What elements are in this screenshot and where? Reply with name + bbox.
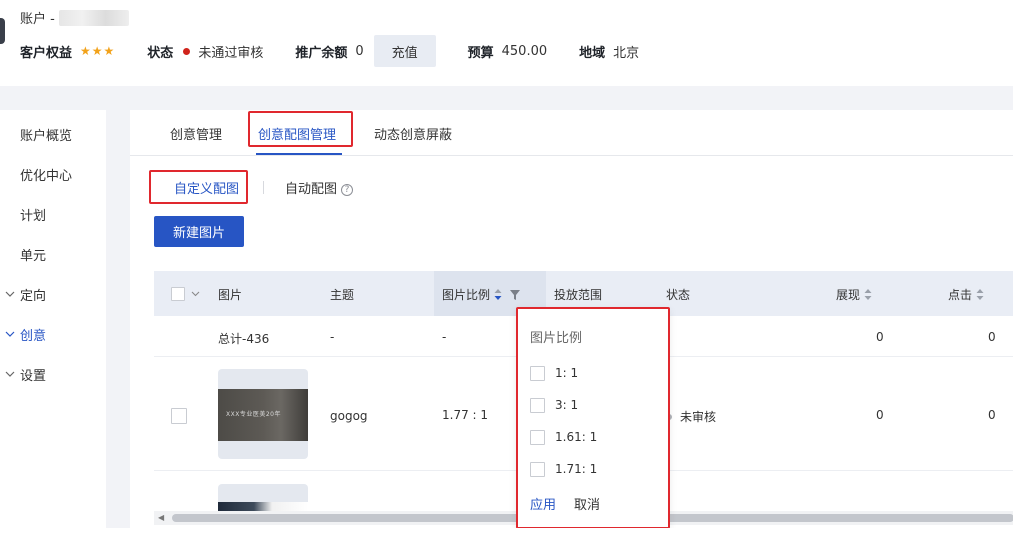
sort-icon[interactable] xyxy=(864,289,872,300)
ratio-filter-dropdown: 图片比例 1: 1 3: 1 1.61: 1 1.71: 1 应用 取消 xyxy=(516,307,670,529)
subtab-divider xyxy=(263,181,264,194)
column-header-status: 状态 xyxy=(666,288,691,302)
select-all-checkbox-wrap[interactable] xyxy=(171,287,200,301)
column-header-impressions[interactable]: 展现 xyxy=(836,286,872,303)
filter-option-label: 1.61: 1 xyxy=(555,430,598,444)
sidebar-item-creative[interactable]: 创意 xyxy=(0,322,106,346)
subtab-auto-images[interactable]: 自动配图? xyxy=(285,178,354,197)
filter-icon[interactable] xyxy=(510,289,521,300)
budget-value: 450.00 xyxy=(501,43,548,59)
chevron-down-icon xyxy=(4,328,16,340)
filter-option-label: 1.71: 1 xyxy=(555,462,598,476)
row-impressions: 0 xyxy=(876,408,884,422)
bottom-strip xyxy=(0,528,1013,537)
sidebar-item-targeting[interactable]: 定向 xyxy=(0,282,106,306)
filter-option[interactable]: 3: 1 xyxy=(530,396,578,414)
column-header-clicks-label: 点击 xyxy=(948,288,973,302)
filter-option[interactable]: 1.71: 1 xyxy=(530,460,597,478)
sidebar-item-account-overview[interactable]: 账户概览 xyxy=(0,122,106,146)
filter-option-checkbox[interactable] xyxy=(530,461,545,477)
status-dot-icon xyxy=(183,47,191,55)
help-icon[interactable]: ? xyxy=(341,184,354,196)
header-left-accent xyxy=(0,18,5,44)
scroll-left-arrow-icon[interactable]: ◀ xyxy=(158,513,164,522)
sidebar-item-label: 创意 xyxy=(20,328,47,344)
row-checkbox[interactable] xyxy=(171,408,187,424)
total-clicks: 0 xyxy=(988,330,996,344)
recharge-button[interactable]: 充值 xyxy=(373,35,436,67)
chevron-down-icon[interactable] xyxy=(191,291,200,297)
sort-icon[interactable] xyxy=(494,289,502,300)
row-theme: gogog xyxy=(330,409,368,423)
account-label: 账户 - xyxy=(20,12,55,27)
tab-creative-management[interactable]: 创意管理 xyxy=(170,124,222,143)
account-info-row: 客户权益 ★★★ 状态 未通过审核 推广余额 0 充值 预算 450.00 地域… xyxy=(20,35,639,67)
filter-apply-button[interactable]: 应用 xyxy=(530,494,556,513)
sidebar-item-plan[interactable]: 计划 xyxy=(0,202,106,226)
sidebar: 账户概览 优化中心 计划 单元 定向 创意 设置 xyxy=(0,110,106,528)
tab-creative-image-management[interactable]: 创意配图管理 xyxy=(258,124,336,143)
image-thumbnail[interactable]: XXX专业医美20年 xyxy=(218,369,308,459)
total-theme: - xyxy=(330,330,335,344)
sidebar-item-unit[interactable]: 单元 xyxy=(0,242,106,266)
chevron-down-icon xyxy=(4,288,16,300)
filter-option-label: 3: 1 xyxy=(555,398,579,412)
sidebar-item-label: 优化中心 xyxy=(20,168,73,184)
thumbnail-caption: XXX专业医美20年 xyxy=(226,411,281,418)
region-label: 地域 xyxy=(579,45,606,61)
total-ratio: - xyxy=(442,330,447,344)
status-label: 状态 xyxy=(147,45,174,61)
balance-label: 推广余额 xyxy=(295,45,348,61)
total-label: 总计-436 xyxy=(218,332,270,346)
filter-option-checkbox[interactable] xyxy=(530,365,545,381)
region-value: 北京 xyxy=(613,45,640,61)
column-header-ratio-label: 图片比例 xyxy=(442,288,491,302)
filter-cancel-button[interactable]: 取消 xyxy=(574,494,600,513)
column-header-theme: 主题 xyxy=(330,288,355,302)
account-name-blurred xyxy=(58,9,129,26)
sidebar-item-label: 单元 xyxy=(20,248,47,264)
account-header: 账户 - 客户权益 ★★★ 状态 未通过审核 推广余额 0 充值 预算 450.… xyxy=(0,0,1013,86)
column-header-impressions-label: 展现 xyxy=(836,288,861,302)
customer-rights-label: 客户权益 xyxy=(20,45,73,61)
active-tab-indicator xyxy=(256,153,342,155)
column-header-clicks[interactable]: 点击 xyxy=(948,286,984,303)
column-header-scope: 投放范围 xyxy=(554,288,603,302)
subtab-custom-images[interactable]: 自定义配图 xyxy=(174,178,239,197)
sidebar-item-label: 设置 xyxy=(20,368,47,384)
filter-option-checkbox[interactable] xyxy=(530,429,545,445)
row-status-label: 未审核 xyxy=(680,410,717,424)
row-clicks: 0 xyxy=(988,408,996,422)
budget-label: 预算 xyxy=(467,45,494,61)
tab-bar: 创意管理 创意配图管理 动态创意屏蔽 xyxy=(130,110,1013,156)
row-status: 未审核 xyxy=(666,408,716,425)
customer-rights-stars: ★★★ xyxy=(80,44,116,58)
sort-icon[interactable] xyxy=(976,289,984,300)
balance-value: 0 xyxy=(355,43,364,59)
select-all-checkbox[interactable] xyxy=(171,287,185,301)
tab-dynamic-creative-block[interactable]: 动态创意屏蔽 xyxy=(374,124,452,143)
filter-option[interactable]: 1: 1 xyxy=(530,364,578,382)
filter-option-checkbox[interactable] xyxy=(530,397,545,413)
status-value: 未通过审核 xyxy=(198,45,264,61)
chevron-down-icon xyxy=(4,368,16,380)
sidebar-item-label: 账户概览 xyxy=(20,128,73,144)
sidebar-item-settings[interactable]: 设置 xyxy=(0,362,106,386)
filter-option[interactable]: 1.61: 1 xyxy=(530,428,597,446)
sidebar-item-label: 定向 xyxy=(20,288,47,304)
total-impressions: 0 xyxy=(876,330,884,344)
sidebar-item-label: 计划 xyxy=(20,208,47,224)
subtab-auto-images-label: 自动配图 xyxy=(285,182,338,197)
sidebar-item-optimization[interactable]: 优化中心 xyxy=(0,162,106,186)
filter-option-label: 1: 1 xyxy=(555,366,579,380)
column-header-image: 图片 xyxy=(218,288,243,302)
row-ratio: 1.77 : 1 xyxy=(442,408,489,422)
column-header-ratio[interactable]: 图片比例 xyxy=(442,286,521,303)
subtab-bar: 自定义配图 自动配图? xyxy=(130,174,530,198)
new-image-button[interactable]: 新建图片 xyxy=(154,216,244,247)
filter-dropdown-title: 图片比例 xyxy=(530,331,583,346)
account-name-row: 账户 - xyxy=(20,8,129,27)
